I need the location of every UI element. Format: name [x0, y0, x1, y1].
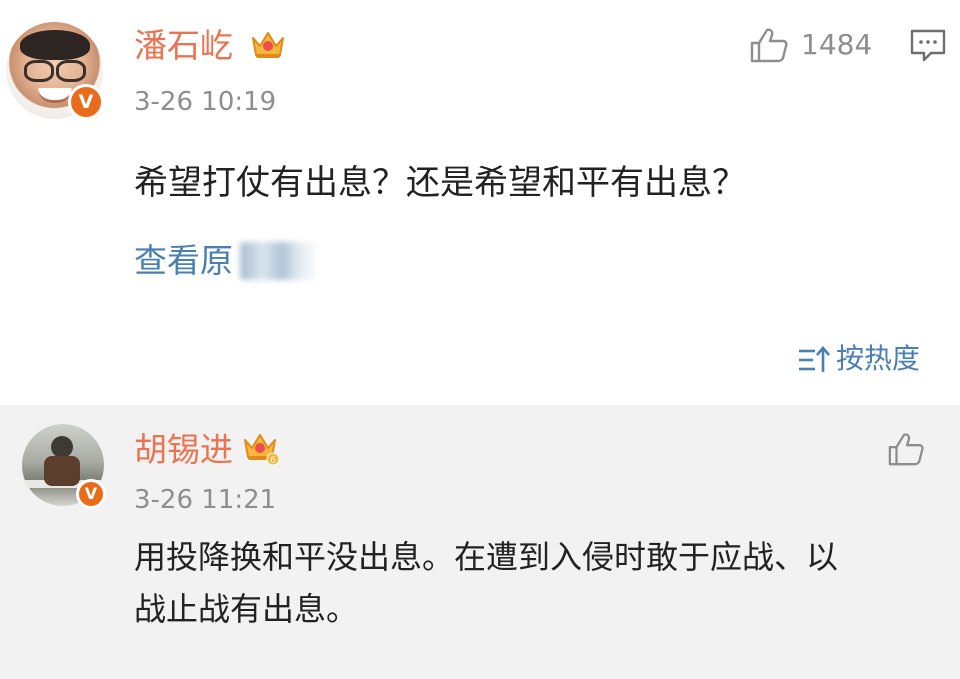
username[interactable]: 潘石屹 — [134, 26, 233, 66]
comment-text: 希望打仗有出息？还是希望和平有出息？ — [134, 163, 746, 203]
verified-icon: V — [76, 479, 106, 509]
crown-icon — [252, 32, 284, 58]
verified-icon: V — [68, 84, 104, 120]
view-original-link[interactable]: 查看原 — [134, 241, 233, 281]
timestamp: 3-26 10:19 — [134, 87, 277, 117]
like-count: 1484 — [801, 28, 873, 61]
thumbs-up-icon[interactable] — [887, 430, 925, 468]
reply-timestamp: 3-26 11:21 — [134, 485, 277, 515]
reply-username[interactable]: 胡锡进 — [134, 430, 233, 470]
reply-text-line-1: 用投降换和平没出息。在遭到入侵时敢于应战、以 — [134, 538, 839, 576]
reply-text-line-2: 战止战有出息。 — [134, 590, 359, 628]
crown-icon: 6 — [244, 434, 280, 466]
level-badge: 6 — [270, 456, 276, 466]
blurred-text — [240, 242, 316, 280]
sort-icon[interactable] — [797, 344, 831, 376]
thumbs-up-icon[interactable] — [749, 26, 789, 64]
reply-icon[interactable] — [909, 28, 947, 64]
sort-by-popularity[interactable]: 按热度 — [836, 342, 920, 376]
